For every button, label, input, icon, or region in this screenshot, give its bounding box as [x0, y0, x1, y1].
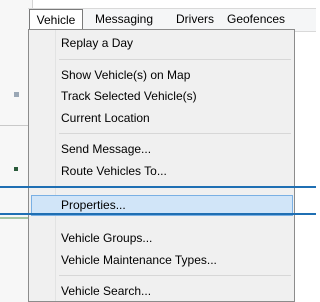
menu-item-replay-a-day[interactable]: Replay a Day: [31, 33, 293, 54]
menu-vehicle[interactable]: Vehicle: [29, 9, 83, 31]
menu-item-route-vehicles-to[interactable]: Route Vehicles To...: [31, 161, 293, 182]
menu-item-track-selected-vehicles[interactable]: Track Selected Vehicle(s): [31, 86, 293, 107]
vehicle-dropdown-menu: Replay a Day Show Vehicle(s) on Map Trac…: [28, 29, 295, 302]
menu-geofences[interactable]: Geofences: [227, 9, 316, 29]
menu-messaging[interactable]: Messaging: [85, 9, 163, 29]
menu-item-vehicle-groups[interactable]: Vehicle Groups...: [31, 228, 293, 249]
menu-separator: [59, 133, 291, 134]
guide-line-bottom: [0, 213, 316, 215]
guide-line-top: [0, 186, 316, 188]
menu-item-current-location[interactable]: Current Location: [31, 108, 293, 129]
menu-drivers[interactable]: Drivers: [167, 9, 223, 29]
menu-item-send-message[interactable]: Send Message...: [31, 139, 293, 160]
background-icon: [14, 167, 18, 171]
menu-separator: [59, 275, 291, 276]
menu-item-vehicle-search[interactable]: Vehicle Search...: [31, 281, 293, 302]
background-icon: [14, 92, 19, 97]
menu-item-vehicle-maintenance-types[interactable]: Vehicle Maintenance Types...: [31, 250, 293, 271]
menu-item-show-vehicles-on-map[interactable]: Show Vehicle(s) on Map: [31, 65, 293, 86]
menu-separator: [59, 59, 291, 60]
